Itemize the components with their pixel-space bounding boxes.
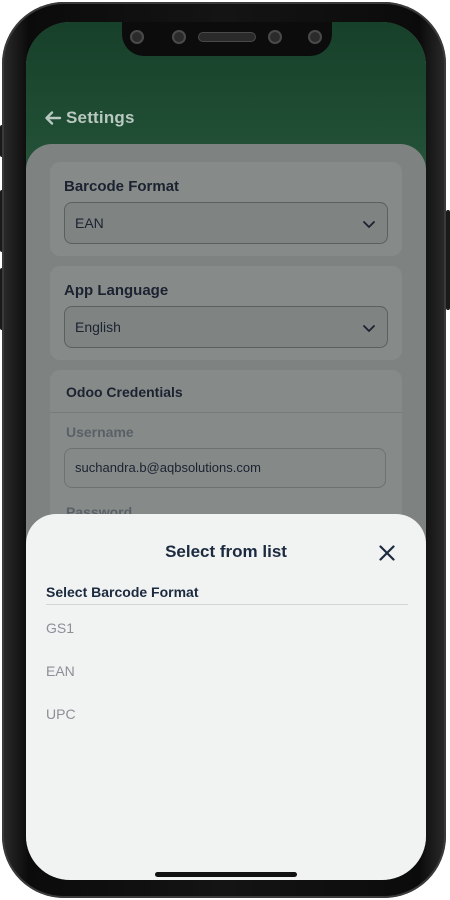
list-heading: Select Barcode Format [46, 584, 199, 600]
barcode-format-value: EAN [75, 215, 104, 231]
close-icon [379, 545, 395, 561]
page-header: Settings [44, 108, 135, 128]
username-value: suchandra.b@aqbsolutions.com [75, 460, 261, 475]
sensor-icon [268, 30, 282, 44]
list-item-ean[interactable]: EAN [46, 656, 346, 686]
sheet-title: Select from list [165, 542, 287, 561]
camera-icon [308, 30, 322, 44]
barcode-format-label: Barcode Format [64, 178, 180, 195]
home-indicator[interactable] [155, 872, 297, 877]
arrow-left-icon[interactable] [44, 109, 62, 127]
sensor-icon [172, 30, 186, 44]
chevron-down-icon [363, 325, 375, 332]
app-language-label: App Language [64, 282, 169, 299]
username-field[interactable]: suchandra.b@aqbsolutions.com [64, 448, 386, 488]
barcode-format-card: Barcode Format EAN [50, 162, 402, 256]
app-language-select[interactable]: English [64, 306, 388, 348]
camera-icon [130, 30, 144, 44]
list-item-upc[interactable]: UPC [46, 699, 346, 729]
earpiece-speaker [198, 32, 256, 42]
phone-frame: Settings Barcode Format EAN App Language… [2, 2, 446, 898]
close-button[interactable] [372, 538, 402, 568]
username-label: Username [66, 424, 134, 440]
credentials-title: Odoo Credentials [66, 384, 183, 400]
page-title: Settings [66, 108, 135, 127]
power-button [446, 210, 450, 310]
divider [50, 412, 402, 413]
app-language-card: App Language English [50, 266, 402, 360]
list-item-gs1[interactable]: GS1 [46, 613, 346, 643]
select-from-list-sheet: Select from list Select Barcode Format G… [26, 514, 426, 880]
app-language-value: English [75, 319, 121, 335]
divider [46, 604, 408, 605]
chevron-down-icon [363, 221, 375, 228]
phone-screen: Settings Barcode Format EAN App Language… [26, 22, 426, 880]
phone-notch [122, 22, 332, 56]
barcode-format-select[interactable]: EAN [64, 202, 388, 244]
